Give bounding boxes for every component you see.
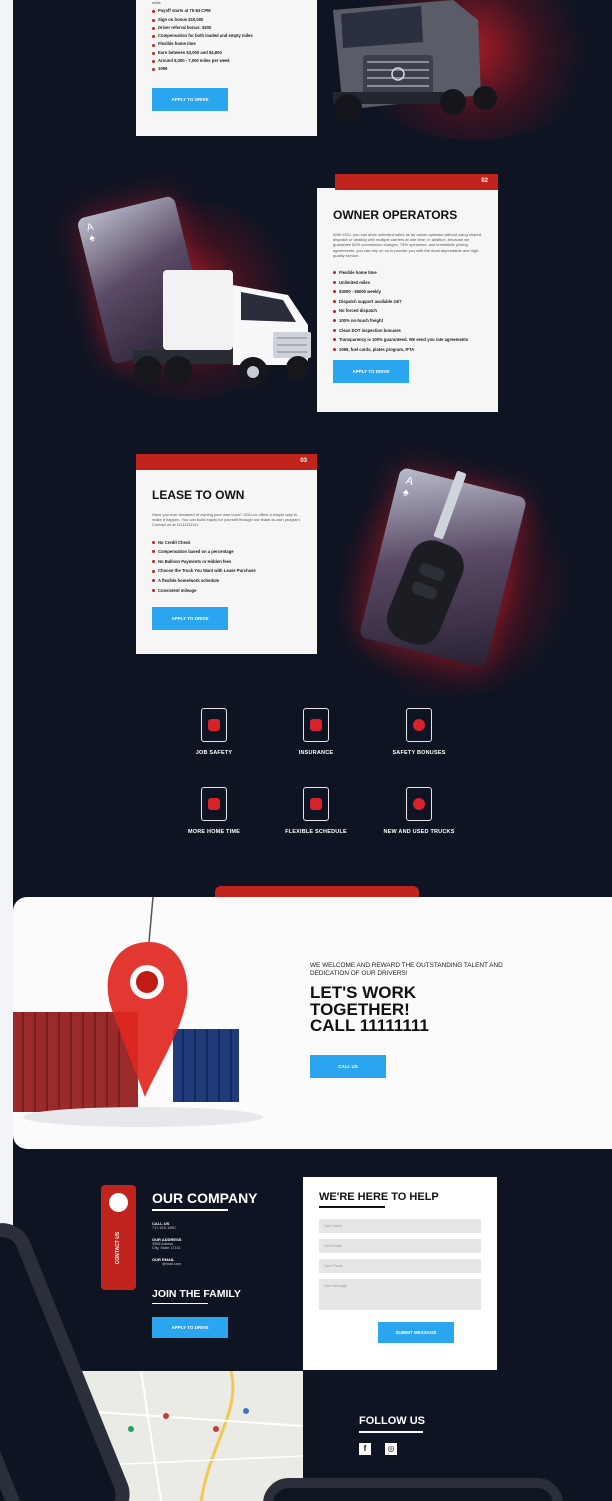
list-item: Around 5,000 - 7,000 miles per week — [152, 57, 301, 65]
company-driver-card: skills Payoff starts at 75-84 CPM Sign o… — [136, 0, 317, 136]
list-item: Payoff starts at 75-84 CPM — [152, 7, 301, 15]
shipping-containers-image — [13, 897, 263, 1127]
cta-heading: LET'S WORK TOGETHER! CALL 11111111 — [310, 984, 429, 1035]
apply-to-drive-button[interactable]: APPLY TO DRIVE — [333, 360, 409, 384]
feature-insurance: INSURANCE — [266, 708, 366, 756]
list-item: 1099, fuel cards, plates program, IFTA — [333, 345, 482, 355]
list-item: 100% no-touch freight — [333, 316, 482, 326]
lease-to-own-card: 03 LEASE TO OWN Have you ever dreamed of… — [136, 454, 317, 654]
list-item: Choose the Truck You Want with Lease Pur… — [152, 566, 301, 576]
key-icon — [406, 787, 432, 821]
feature-job-safety: JOB SAFETY — [164, 708, 264, 756]
list-item: A flexible home/work schedule — [152, 576, 301, 586]
list-item: Compensation for both loaded and empty m… — [152, 32, 301, 40]
contact-us-tab[interactable]: CONTACT US — [101, 1185, 136, 1290]
title-underline — [319, 1206, 385, 1208]
home-icon — [201, 787, 227, 821]
white-semi-truck-image — [133, 270, 311, 387]
contact-circle-icon — [109, 1193, 128, 1212]
list-item: $3000 - $6000 weekly — [333, 287, 482, 297]
address-line: City, State 17101 — [152, 1245, 181, 1250]
box-icon — [303, 708, 329, 742]
page: skills Payoff starts at 75-84 CPM Sign o… — [0, 0, 612, 1501]
feature-label: JOB SAFETY — [195, 750, 233, 756]
message-field[interactable]: Your Message — [319, 1278, 481, 1310]
left-page-margin — [0, 0, 13, 1240]
help-form: WE'RE HERE TO HELP Your Name Your Email … — [303, 1177, 497, 1370]
submit-message-button[interactable]: SUBMIT MESSAGE — [378, 1321, 454, 1343]
feature-more-home-time: MORE HOME TIME — [164, 787, 264, 835]
list-item: Transparency is 100% guaranteed. We send… — [333, 335, 482, 344]
feature-safety-bonuses: SAFETY BONUSES — [369, 708, 469, 756]
card-title: LEASE TO OWN — [152, 488, 245, 502]
card-partial-text: skills — [152, 0, 161, 5]
apply-to-drive-button[interactable]: APPLY TO DRIVE — [152, 607, 228, 631]
list-item: Unlimited miles — [333, 278, 482, 288]
cta-heading-line: CALL 11111111 — [310, 1016, 429, 1035]
call-us-value: 717-610-1980 — [152, 1225, 176, 1230]
card-intro: With XGU, you can drive unlimited miles … — [333, 232, 482, 258]
list-item: Flexible home time — [152, 40, 301, 48]
feature-label: MORE HOME TIME — [188, 829, 240, 835]
shield-icon — [201, 708, 227, 742]
gray-semi-truck-image — [333, 0, 497, 122]
contact-us-label: CONTACT US — [115, 1231, 121, 1265]
list-item: Sign on bonus $10,000 — [152, 16, 301, 24]
list-item: Clean DOT inspection bonuses — [333, 326, 482, 336]
our-company-title: OUR COMPANY — [152, 1190, 258, 1206]
email-field[interactable]: Your Email — [319, 1238, 481, 1253]
card-number-tab: 02 — [335, 174, 498, 190]
card-intro: Have you ever dreamed of owning your own… — [152, 512, 301, 528]
list-item: 1099 — [152, 65, 301, 73]
join-the-family-title: JOIN THE FAMILY — [152, 1287, 241, 1300]
list-item: Flexible home time — [333, 268, 482, 278]
feature-label: FLEXIBLE SCHEDULE — [285, 829, 347, 835]
apply-to-drive-button[interactable]: APPLY TO DRIVE — [152, 87, 228, 111]
feature-label: NEW AND USED TRUCKS — [383, 829, 455, 835]
feature-label: INSURANCE — [298, 750, 334, 756]
instagram-icon[interactable]: ◎ — [385, 1443, 397, 1455]
owner-operators-card: 02 OWNER OPERATORS With XGU, you can dri… — [317, 174, 498, 412]
list-item: Compensation based on a percentage — [152, 547, 301, 557]
lease-to-own-list: No Credit Check Compensation based on a … — [152, 538, 301, 596]
title-underline — [152, 1209, 228, 1211]
list-item: Earn between $3,000 and $4,800 — [152, 49, 301, 57]
feature-flexible-schedule: FLEXIBLE SCHEDULE — [266, 787, 366, 835]
owner-operators-list: Flexible home time Unlimited miles $3000… — [333, 268, 482, 354]
company-driver-list: Payoff starts at 75-84 CPM Sign on bonus… — [152, 7, 301, 73]
calendar-icon — [303, 787, 329, 821]
list-item: Consistent mileage — [152, 586, 301, 596]
title-underline — [152, 1302, 208, 1304]
cta-section: WE WELCOME AND REWARD THE OUTSTANDING TA… — [13, 897, 612, 1149]
dollar-icon — [406, 708, 432, 742]
apply-to-drive-button[interactable]: APPLY TO DRIVE — [152, 1317, 228, 1338]
facebook-icon[interactable]: f — [359, 1443, 371, 1455]
name-field[interactable]: Your Name — [319, 1218, 481, 1233]
feature-new-and-used-trucks: NEW AND USED TRUCKS — [369, 787, 469, 835]
car-key-image — [386, 470, 467, 645]
feature-label: SAFETY BONUSES — [392, 750, 446, 756]
cta-tagline: WE WELCOME AND REWARD THE OUTSTANDING TA… — [310, 962, 503, 977]
list-item: No Balloon Payments or Hidden fees — [152, 557, 301, 567]
phone-mockup-image — [263, 1478, 563, 1501]
card-title: OWNER OPERATORS — [333, 208, 458, 222]
call-us-button[interactable]: CALL US — [310, 1055, 386, 1078]
ace-symbol-icon: A ♠ — [85, 221, 97, 245]
card-number-tab: 03 — [136, 454, 317, 470]
help-form-title: WE'RE HERE TO HELP — [319, 1191, 439, 1203]
list-item: Dispatch support available 24/7 — [333, 297, 482, 307]
list-item: No forced dispatch — [333, 306, 482, 316]
follow-us-title: FOLLOW US — [359, 1415, 425, 1427]
email-value: @mail.com — [162, 1261, 182, 1266]
our-company-section: OUR COMPANY CALL US 717-610-1980 OUR ADD… — [152, 1190, 302, 1338]
list-item: Driver referral bonus: $300 — [152, 24, 301, 32]
list-item: No Credit Check — [152, 538, 301, 548]
title-underline — [359, 1431, 423, 1433]
phone-field[interactable]: Your Phone — [319, 1258, 481, 1273]
